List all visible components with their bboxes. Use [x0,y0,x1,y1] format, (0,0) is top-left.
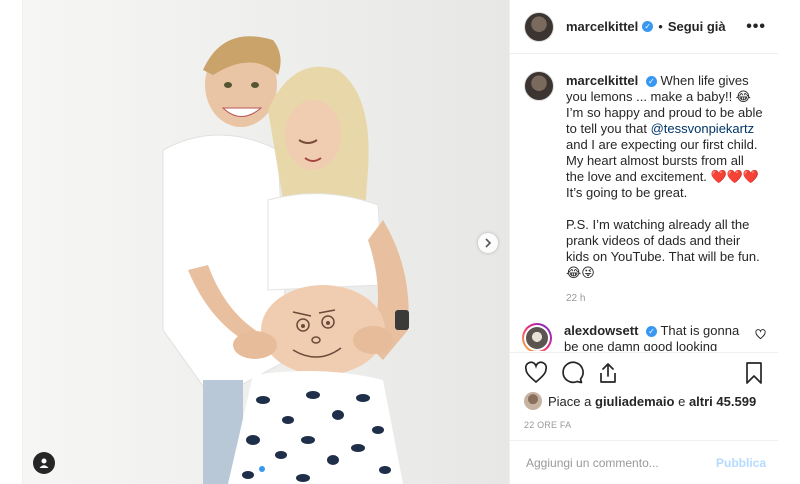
comment-text: alexdowsett ✓ That is gonna be one damn … [564,323,754,351]
likes-prefix: Piace a [548,393,592,409]
caption-body-3: It’s going to be great. [566,185,688,200]
post-header: marcelkittel ✓ • Segui già ••• [510,0,778,54]
separator-dot: • [658,19,663,34]
verified-badge-icon: ✓ [646,326,658,337]
comment-item: alexdowsett ✓ That is gonna be one damn … [510,307,778,351]
action-bar [510,352,778,392]
caption-author[interactable]: marcelkittel [566,73,638,88]
carousel-indicator [259,466,275,472]
caption-ps: P.S. I’m watching already all the prank … [566,217,760,280]
speech-bubble-icon[interactable] [560,360,584,385]
commenter-username[interactable]: alexdowsett [564,323,638,338]
carousel-dot-active [259,466,265,472]
next-photo-button[interactable] [478,233,498,253]
commenter-photo [526,327,548,349]
follow-button[interactable]: Segui già [668,19,726,34]
commenter-avatar-inner [524,325,550,351]
comment-input[interactable] [524,454,716,471]
likes-count-link[interactable]: altri 45.599 [689,394,756,409]
caption-time[interactable]: 22 h [566,291,764,307]
likes-summary: Piace a giuliademaio e altri 45.599 [524,392,756,410]
author-username[interactable]: marcelkittel [566,19,638,34]
likes-middle: e [678,393,686,409]
chevron-right-icon [485,238,492,248]
add-comment-bar: Pubblica [510,440,778,484]
carousel-dot [269,466,275,472]
publish-button[interactable]: Pubblica [716,456,766,470]
tagged-users-button[interactable] [33,452,55,474]
heart-emojis: ❤️❤️❤️ [710,169,760,184]
caption-mention-link[interactable]: @tessvonpiekartz [651,121,755,136]
instagram-post: marcelkittel ✓ • Segui già ••• marcelkit… [22,0,778,484]
caption-text: marcelkittel ✓ When life gives you lemon… [566,73,764,307]
liker-avatar[interactable] [524,392,542,410]
heart-outline-icon[interactable] [524,360,548,385]
caption-author-avatar[interactable] [524,71,554,101]
comment-like-heart-icon[interactable] [755,329,766,340]
author-avatar[interactable] [524,11,554,42]
liker-username[interactable]: giuliademaio [595,394,674,409]
photo-illustration [23,0,509,484]
commenter-avatar[interactable] [522,323,552,351]
post-sidebar: marcelkittel ✓ • Segui già ••• marcelkit… [509,0,778,484]
comments-section: marcelkittel ✓ When life gives you lemon… [510,55,778,351]
more-options-icon[interactable]: ••• [746,18,766,36]
post-date[interactable]: 22 ORE FA [524,420,571,430]
verified-badge-icon: ✓ [642,21,654,32]
user-tag-icon [39,458,49,468]
post-photo[interactable] [23,0,509,484]
verified-badge-icon: ✓ [645,76,657,87]
caption: marcelkittel ✓ When life gives you lemon… [510,55,778,307]
share-icon[interactable] [596,361,620,385]
bookmark-icon[interactable] [742,361,766,385]
